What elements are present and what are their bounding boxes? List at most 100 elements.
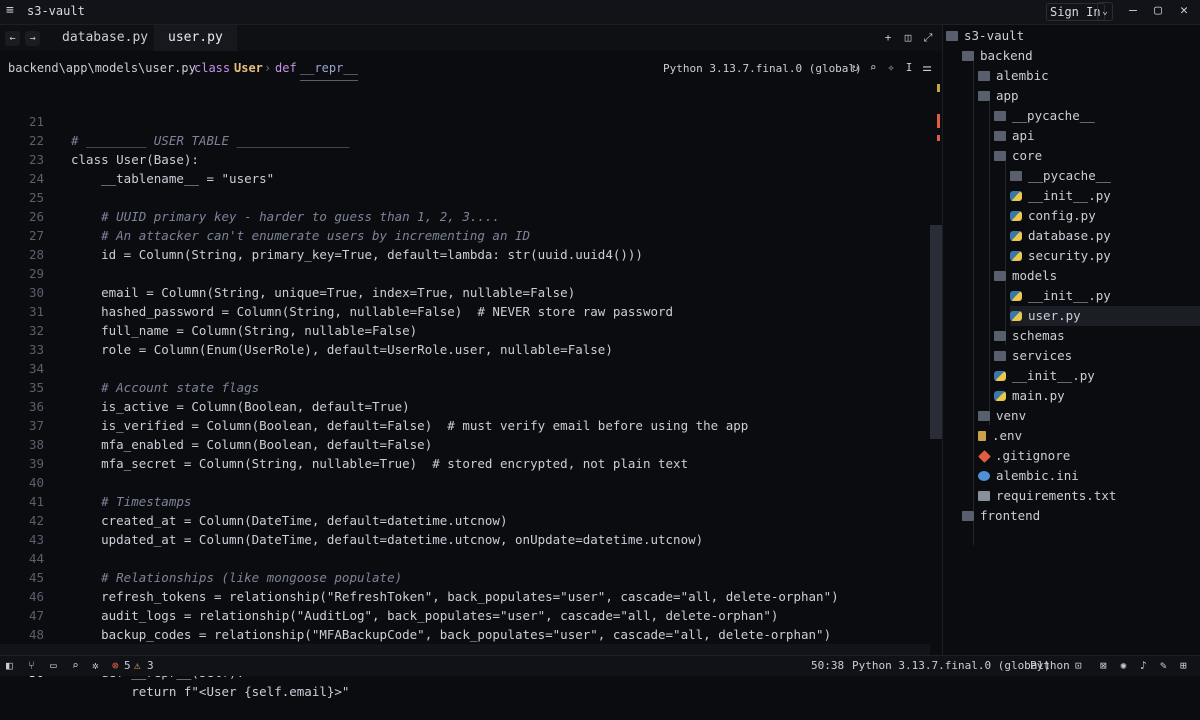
tree-item[interactable]: alembic.ini (978, 466, 1200, 486)
forward-arrow-icon[interactable]: → (25, 31, 40, 46)
terminal-icon[interactable]: ▭ (50, 656, 57, 676)
breadcrumb-function-name[interactable]: __repr__ (300, 56, 358, 81)
env-file-icon (978, 431, 986, 441)
tree-item[interactable]: __init__.py (1010, 286, 1200, 306)
format-icon[interactable]: ⊡ (1075, 656, 1082, 676)
python-file-icon (1010, 251, 1022, 261)
tree-item-label: requirements.txt (996, 488, 1117, 503)
code-line: 33 (0, 321, 930, 357)
error-count[interactable]: 5 (124, 656, 131, 676)
pen-icon[interactable]: ✎ (1160, 656, 1167, 676)
warning-icon[interactable]: ⚠ (134, 656, 141, 676)
tree-item[interactable]: core (994, 146, 1200, 166)
code-line: 44 # Relationships (like mongoose popula… (0, 530, 930, 585)
settings-sliders-icon[interactable]: ⚌ (920, 61, 934, 75)
tree-item[interactable]: app (978, 86, 1200, 106)
folder-icon (962, 51, 974, 61)
tree-item-label: __pycache__ (1012, 108, 1095, 123)
tree-item[interactable]: api (994, 126, 1200, 146)
text-file-icon (978, 491, 990, 501)
folder-icon (994, 351, 1006, 361)
sidebar-toggle-icon[interactable]: ◧ (6, 656, 13, 676)
tree-item[interactable]: __pycache__ (1010, 166, 1200, 186)
breadcrumb-path[interactable]: backend\app\models\user.py (8, 56, 196, 80)
layout-icon[interactable]: ⊞ (1180, 656, 1187, 676)
warning-count[interactable]: 3 (147, 656, 154, 676)
language-mode[interactable]: Python (1030, 656, 1070, 676)
breadcrumb-def-keyword: def (275, 61, 297, 75)
folder-icon (962, 511, 974, 521)
refresh-icon[interactable]: ↻ (848, 61, 862, 75)
tree-item-label: .gitignore (995, 448, 1071, 463)
close-panel-icon[interactable]: ⊠ (1100, 656, 1107, 676)
tree-item[interactable]: frontend (962, 506, 1200, 526)
magic-wand-icon[interactable]: ✧ (884, 61, 898, 75)
code-line: 28 (0, 226, 930, 262)
tree-item[interactable]: config.py (1010, 206, 1200, 226)
tree-item[interactable]: __init__.py (994, 366, 1200, 386)
tree-item[interactable]: __init__.py (1010, 186, 1200, 206)
cursor-position[interactable]: 50:38 (811, 656, 844, 676)
folder-icon (978, 91, 990, 101)
tree-item[interactable]: database.py (1010, 226, 1200, 246)
tree-item-label: api (1012, 128, 1035, 143)
interpreter-selector[interactable]: Python 3.13.7.final.0 (global) (663, 62, 862, 75)
tree-item[interactable]: .gitignore (978, 446, 1200, 466)
tree-item[interactable]: services (994, 346, 1200, 366)
chevron-down-icon[interactable]: ⌄ (1097, 2, 1113, 21)
scroll-marker (937, 84, 940, 92)
tree-item[interactable]: security.py (1010, 246, 1200, 266)
scroll-marker (937, 114, 940, 128)
plus-icon[interactable]: + (881, 31, 895, 45)
maximize-icon[interactable]: ▢ (1149, 3, 1167, 18)
tree-item-label: security.py (1028, 248, 1111, 263)
branch-icon[interactable]: ⑂ (28, 656, 35, 676)
tree-item[interactable]: schemas (994, 326, 1200, 346)
tree-item[interactable]: main.py (994, 386, 1200, 406)
menu-icon[interactable]: ≡ (6, 3, 14, 18)
tree-item[interactable]: user.py (1010, 306, 1200, 326)
tab-database-py[interactable]: database.py (48, 25, 162, 51)
tree-item-label: s3-vault (964, 28, 1025, 43)
folder-icon (994, 151, 1006, 161)
tree-item[interactable]: models (994, 266, 1200, 286)
folder-icon (994, 111, 1006, 121)
tree-item[interactable]: alembic (978, 66, 1200, 86)
tree-item[interactable]: .env (978, 426, 1200, 446)
bell-icon[interactable]: ♪ (1140, 656, 1147, 676)
status-interpreter[interactable]: Python 3.13.7.final.0 (global) (852, 656, 1051, 676)
tree-item[interactable]: requirements.txt (978, 486, 1200, 506)
search-icon[interactable]: ⌕ (72, 656, 79, 676)
settings-file-icon (978, 471, 990, 481)
breadcrumb-class-name[interactable]: User (234, 56, 263, 80)
tree-item[interactable]: venv (978, 406, 1200, 426)
code-text: return f"<User {self.email}>" (71, 684, 350, 699)
tab-user-py[interactable]: user.py (154, 25, 237, 51)
tree-item-label: core (1012, 148, 1043, 163)
back-arrow-icon[interactable]: ← (5, 31, 20, 46)
code-line: 37 mfa_enabled = Column(Boolean, default… (0, 397, 930, 452)
tree-item-label: alembic (996, 68, 1049, 83)
close-icon[interactable]: ✕ (1175, 3, 1193, 18)
debug-icon[interactable]: ✲ (92, 656, 99, 676)
expand-icon[interactable]: ⤢ (921, 31, 935, 45)
tree-item-label: config.py (1028, 208, 1096, 223)
code-editor[interactable]: 21 # ________ USER TABLE _______________… (0, 80, 942, 699)
error-icon[interactable]: ⊗ (112, 656, 119, 676)
code-line: 29 email = Column(String, unique=True, i… (0, 245, 930, 300)
tree-item[interactable]: s3-vault (946, 26, 1200, 46)
editor-scrollbar-thumb[interactable] (930, 225, 942, 439)
git-icon (978, 450, 991, 463)
code-line: 22 class User(Base): (0, 112, 930, 167)
minimize-icon[interactable]: – (1124, 3, 1142, 18)
tree-item[interactable]: backend (962, 46, 1200, 66)
search-icon[interactable]: ⌕ (866, 61, 880, 75)
text-cursor-icon[interactable]: I (902, 61, 916, 75)
bug-icon[interactable]: ✺ (1120, 656, 1127, 676)
tree-item-label: frontend (980, 508, 1041, 523)
tree-item[interactable]: __pycache__ (994, 106, 1200, 126)
sign-in-button[interactable]: Sign In (1046, 3, 1105, 21)
code-line: 46 audit_logs = relationship("AuditLog",… (0, 568, 930, 623)
split-editor-icon[interactable]: ◫ (901, 31, 915, 45)
scroll-marker (937, 135, 940, 141)
